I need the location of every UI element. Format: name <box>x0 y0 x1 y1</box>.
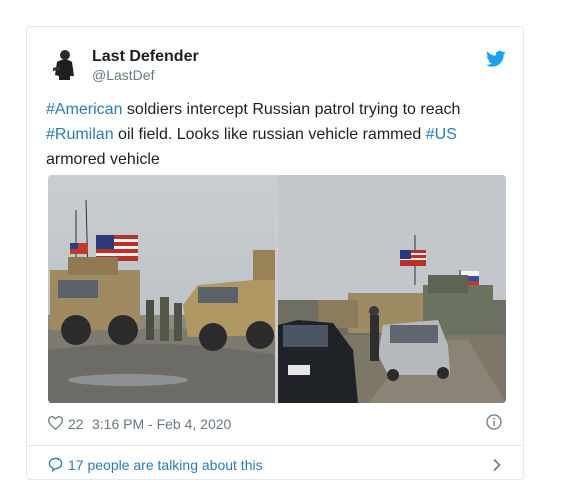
tweet-media[interactable] <box>48 175 506 403</box>
photo-russian-vehicle[interactable] <box>278 175 506 403</box>
tweet-header: Last Defender @LastDef <box>46 44 506 88</box>
conversation-label[interactable]: 17 people are talking about this <box>68 457 263 473</box>
heart-icon[interactable] <box>47 416 64 431</box>
chevron-right-icon[interactable] <box>492 458 502 472</box>
tweet-text: #American soldiers intercept Russian pat… <box>46 97 486 172</box>
speech-bubble-icon <box>48 457 63 472</box>
user-handle[interactable]: @LastDef <box>92 67 154 83</box>
tweet-text-part: soldiers intercept Russian patrol trying… <box>122 101 461 118</box>
hashtag-rumilan[interactable]: #Rumilan <box>46 126 114 143</box>
like-count[interactable]: 22 <box>68 416 84 432</box>
info-icon[interactable] <box>486 414 502 430</box>
hashtag-american[interactable]: #American <box>46 101 122 118</box>
tweet-text-part: armored vehicle <box>46 151 160 168</box>
user-name[interactable]: Last Defender <box>92 48 199 66</box>
twitter-bird-icon[interactable] <box>486 50 506 68</box>
divider <box>27 445 523 446</box>
tweet-card: Last Defender @LastDef #American soldier… <box>26 26 524 480</box>
tweet-timestamp[interactable]: 3:16 PM - Feb 4, 2020 <box>92 416 231 432</box>
photo-convoy-us-flag[interactable] <box>48 175 275 403</box>
avatar[interactable] <box>46 46 82 82</box>
tweet-text-part: oil field. Looks like russian vehicle ra… <box>113 126 426 143</box>
tweet-actions: 22 3:16 PM - Feb 4, 2020 <box>46 414 506 434</box>
hashtag-us[interactable]: #US <box>426 126 457 143</box>
conversation-link[interactable]: 17 people are talking about this <box>46 455 506 475</box>
